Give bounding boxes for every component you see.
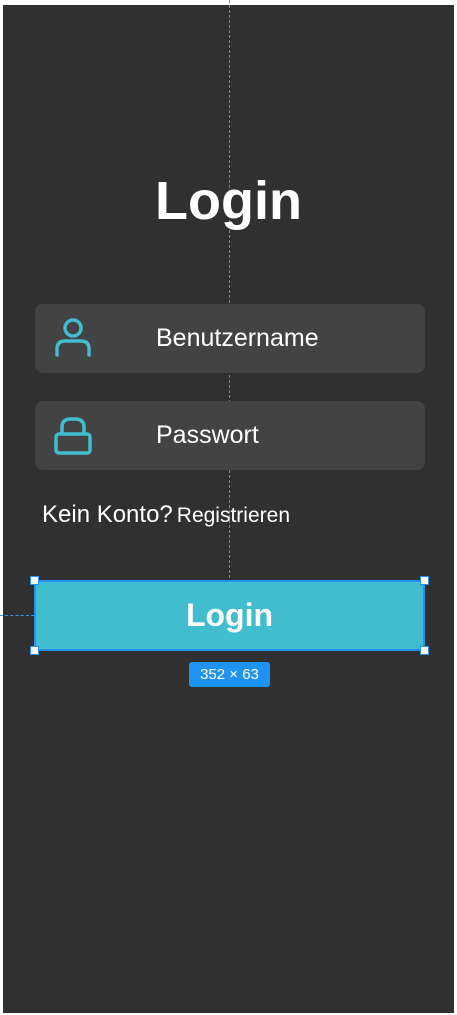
username-placeholder: Benutzername (156, 324, 319, 352)
login-button[interactable]: Login (34, 580, 425, 651)
signup-question: Kein Konto? (42, 501, 173, 528)
register-link[interactable]: Registrieren (177, 504, 290, 527)
vertical-center-guide (229, 0, 230, 578)
password-field[interactable]: Passwort (35, 401, 425, 470)
dimension-badge: 352 × 63 (189, 662, 270, 687)
page-title: Login (155, 171, 302, 231)
user-icon (55, 318, 91, 357)
resize-handle-top-left[interactable] (30, 576, 39, 585)
password-placeholder: Passwort (156, 421, 259, 449)
lock-icon (54, 417, 92, 455)
resize-handle-bottom-right[interactable] (420, 646, 429, 655)
username-field[interactable]: Benutzername (35, 304, 425, 373)
horizontal-guide (0, 615, 34, 616)
resize-handle-bottom-left[interactable] (30, 646, 39, 655)
signup-prompt: Kein Konto? Registrieren (42, 497, 290, 534)
resize-handle-top-right[interactable] (420, 576, 429, 585)
canvas: Login Benutzername Passwort Kein Konto? R… (0, 0, 457, 1015)
